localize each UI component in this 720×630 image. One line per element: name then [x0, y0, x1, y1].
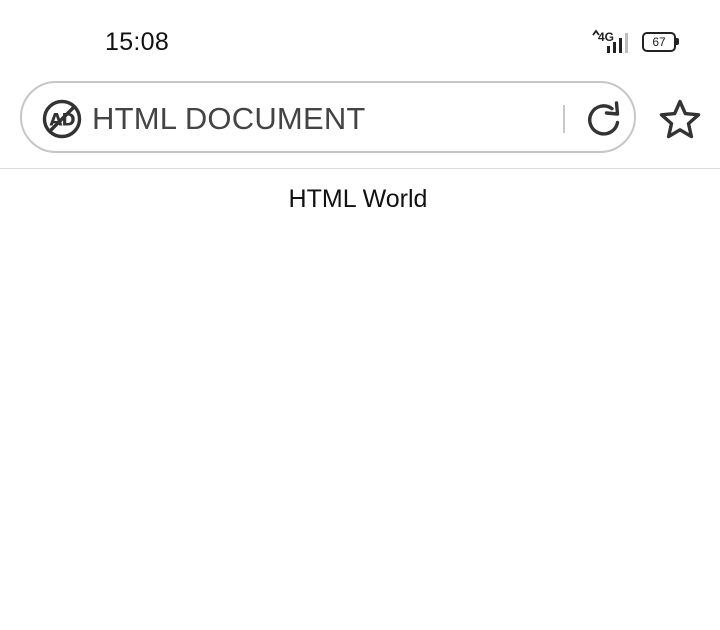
- reload-icon[interactable]: [583, 99, 625, 141]
- status-bar: 15:08 4G 67: [0, 0, 720, 80]
- adblock-icon[interactable]: AD: [42, 99, 82, 139]
- address-divider: [563, 105, 565, 133]
- address-text[interactable]: HTML DOCUMENT: [92, 101, 366, 137]
- network-type-label: 4G: [598, 30, 615, 44]
- status-time: 15:08: [105, 28, 170, 56]
- battery-level: 67: [652, 35, 666, 49]
- page-content: HTML World: [0, 169, 720, 630]
- page-body-text: HTML World: [288, 185, 428, 213]
- battery-icon: 67: [642, 32, 679, 52]
- address-bar[interactable]: AD HTML DOCUMENT: [20, 81, 636, 153]
- star-icon[interactable]: [658, 98, 702, 142]
- status-indicators: 4G 67: [592, 28, 679, 56]
- browser-toolbar: AD HTML DOCUMENT: [0, 80, 720, 168]
- network-indicator: 4G: [592, 29, 632, 55]
